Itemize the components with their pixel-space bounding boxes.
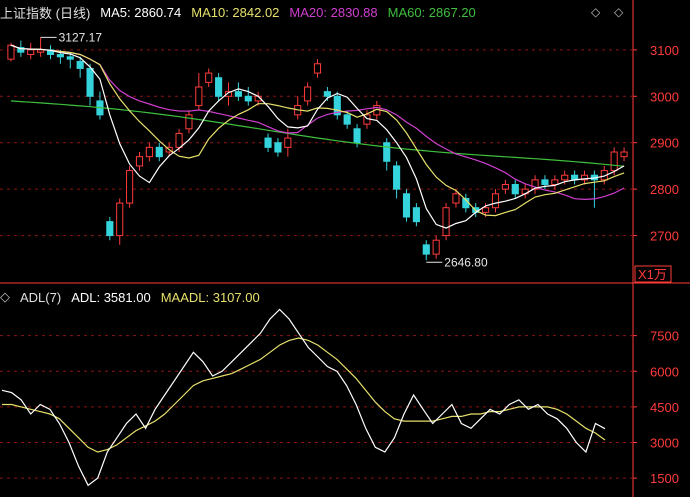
index-title: 上证指数 (日线) xyxy=(0,5,91,21)
candle-body-down xyxy=(155,146,163,158)
candle-body-down xyxy=(343,114,351,125)
low-label: 2646.80 xyxy=(444,255,488,269)
candle-body-down xyxy=(244,95,252,102)
adl-title: ADL(7) xyxy=(20,289,62,305)
adl-tick-label: 7500 xyxy=(650,329,679,344)
candle-body-up xyxy=(452,193,460,204)
candle-body-down xyxy=(393,165,401,190)
price-tick-label: 3000 xyxy=(650,89,679,104)
candle-body-up xyxy=(610,151,618,172)
adl-tick-label: 1500 xyxy=(650,471,679,486)
candle-body-up xyxy=(432,239,440,255)
maadl-line xyxy=(2,337,606,453)
high-label: 3127.17 xyxy=(59,30,103,44)
candle-body-up xyxy=(284,137,292,148)
price-tick-label: 2900 xyxy=(650,136,679,151)
candle-body-up xyxy=(551,179,559,186)
candle-body-up xyxy=(175,132,183,148)
candle-body-down xyxy=(264,137,272,148)
price-tick-label: 2800 xyxy=(650,182,679,197)
candle-body-down xyxy=(541,179,549,186)
candle-body-up xyxy=(116,202,124,237)
candle-body-down xyxy=(323,91,331,97)
candle-body-up xyxy=(313,63,322,74)
candle-body-down xyxy=(66,56,74,60)
adl-value: ADL: 3581.00 xyxy=(71,289,151,305)
candle-body-up xyxy=(185,114,193,130)
price-tick-label: 3100 xyxy=(650,43,679,58)
candle-body-down xyxy=(353,128,361,144)
candle-body-down xyxy=(76,60,84,69)
candle-body-down xyxy=(215,77,223,97)
candle-body-down xyxy=(234,91,242,97)
candle-body-up xyxy=(126,170,134,204)
candle-body-down xyxy=(422,244,430,255)
ma5-value: MA5: 2860.74 xyxy=(100,4,182,20)
candle-body-up xyxy=(195,86,203,107)
candle-body-down xyxy=(402,193,411,218)
candle-body-up xyxy=(482,207,490,213)
candle-body-up xyxy=(561,174,569,181)
candle-body-up xyxy=(304,86,312,102)
candle-body-down xyxy=(56,54,64,58)
candle-body-down xyxy=(274,142,282,153)
adl-tick-label: 4500 xyxy=(650,400,679,415)
ma20-value: MA20: 2830.88 xyxy=(289,4,378,20)
candle-body-up xyxy=(37,49,45,53)
chart-canvas[interactable]: 3100 3000 2900 2800 2700 7500 6000 4500 3000 1500… xyxy=(0,0,690,497)
candle-body-down xyxy=(86,67,94,97)
unit-label: X1万 xyxy=(638,267,667,282)
diamond-icon[interactable]: ◇ xyxy=(0,289,10,305)
adl-legend: ◇ ADL(7) ADL: 3581.00 MAADL: 3107.00 xyxy=(0,288,260,306)
candle-body-up xyxy=(145,146,153,158)
candle-body-down xyxy=(412,207,420,223)
candle-body-up xyxy=(442,207,450,237)
candle-body-down xyxy=(106,221,114,237)
adl-tick-label: 3000 xyxy=(650,436,679,451)
diamond-icon[interactable]: ◇ xyxy=(591,5,600,19)
stock-chart-window: 3100 3000 2900 2800 2700 7500 6000 4500 3000 1500… xyxy=(0,0,690,497)
price-tick-label: 2700 xyxy=(650,229,679,244)
diamond-icon[interactable]: ◇ xyxy=(614,5,623,19)
candle-body-up xyxy=(620,151,628,158)
candle-body-up xyxy=(7,44,15,60)
candle-body-down xyxy=(511,184,519,195)
ma60-value: MA60: 2867.20 xyxy=(387,4,476,20)
candle-body-up xyxy=(27,49,35,56)
adl-tick-label: 6000 xyxy=(650,364,679,379)
maadl-value: MAADL: 3107.00 xyxy=(160,289,260,305)
candle-body-up xyxy=(501,184,509,190)
ma10-value: MA10: 2842.02 xyxy=(191,4,280,20)
price-legend: 上证指数 (日线) MA5: 2860.74 MA10: 2842.02 MA2… xyxy=(0,3,476,21)
candle-body-down xyxy=(383,142,391,162)
candle-body-up xyxy=(491,193,500,209)
candle-body-up xyxy=(135,156,144,167)
candle-body-up xyxy=(205,72,213,83)
